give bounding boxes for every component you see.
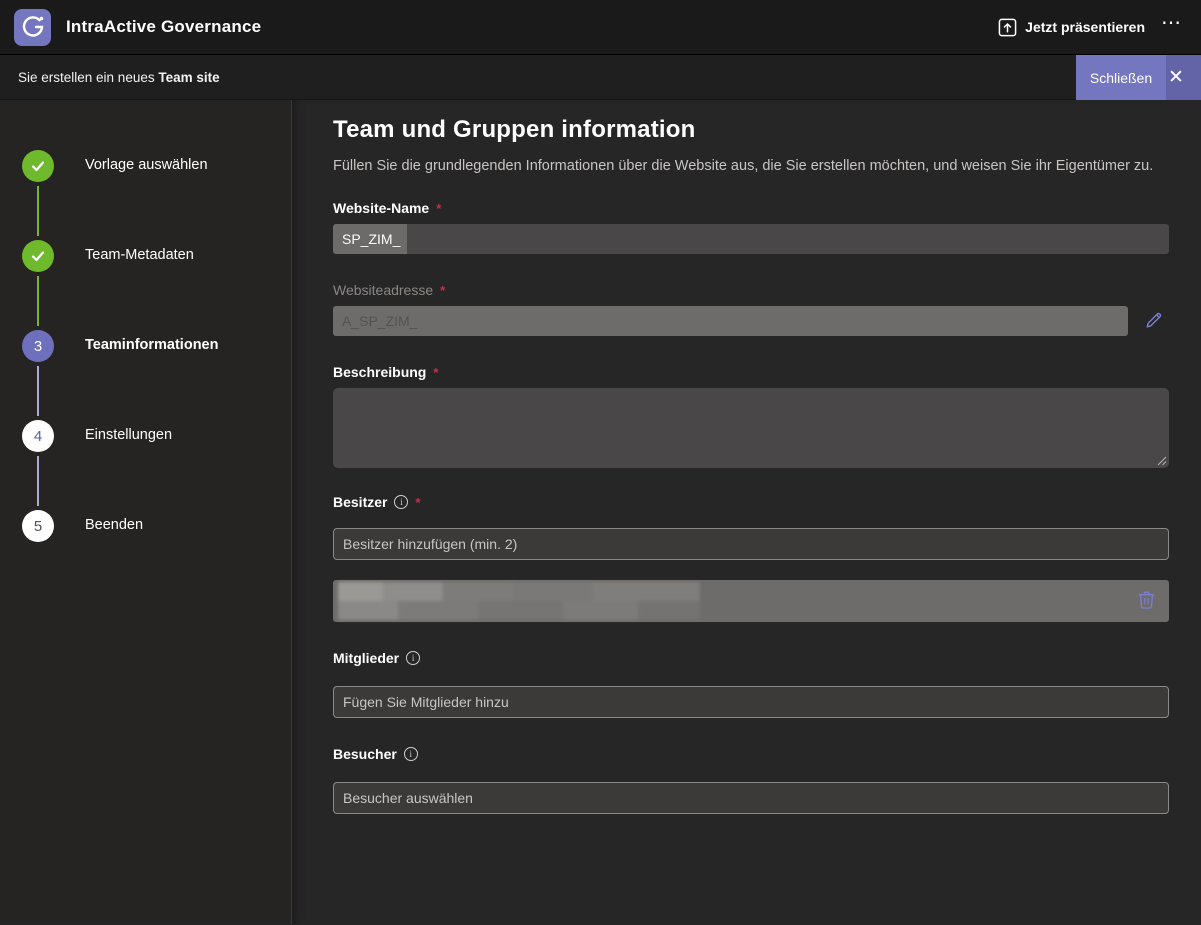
close-x-icon[interactable]: ✕ — [1166, 55, 1201, 100]
description-label: Beschreibung * — [333, 364, 1169, 380]
step2-label: Team-Metadaten — [85, 247, 194, 263]
page-title: Team und Gruppen information — [333, 116, 1169, 144]
app-title: IntraActive Governance — [66, 17, 261, 37]
governance-logo-icon — [20, 14, 46, 40]
step-einstellungen[interactable]: 4 Einstellungen — [0, 420, 291, 510]
description-textarea[interactable] — [333, 388, 1169, 468]
visitors-picker-input[interactable] — [333, 782, 1169, 814]
edit-address-button[interactable] — [1142, 308, 1166, 335]
step2-done-circle — [22, 240, 54, 272]
trash-icon — [1138, 590, 1155, 609]
required-marker: * — [433, 365, 438, 380]
step5-circle: 5 — [22, 510, 54, 542]
check-icon — [30, 248, 46, 264]
banner-site-type: Team site — [158, 70, 219, 85]
website-address-input — [333, 306, 1128, 336]
banner-message-prefix: Sie erstellen ein neues — [18, 70, 158, 85]
wizard-stepper-sidebar: Vorlage auswählen Team-Metadaten 3 Teami… — [0, 100, 292, 924]
present-now-button[interactable]: Jetzt präsentieren — [998, 18, 1145, 37]
step-connector — [37, 276, 39, 326]
form-panel: Team und Gruppen information Füllen Sie … — [292, 100, 1201, 924]
required-marker: * — [436, 201, 441, 216]
required-marker: * — [440, 283, 445, 298]
owners-picker-input[interactable] — [333, 528, 1169, 560]
website-name-label: Website-Name * — [333, 200, 1169, 216]
present-screen-icon — [998, 18, 1017, 37]
website-name-value: SP_ZIM_ — [333, 224, 407, 254]
members-label: Mitglieder i — [333, 650, 1169, 666]
step4-label: Einstellungen — [85, 427, 172, 443]
info-icon[interactable]: i — [406, 651, 420, 665]
step-teaminformationen[interactable]: 3 Teaminformationen — [0, 330, 291, 420]
banner-message: Sie erstellen ein neues Team site — [18, 70, 220, 85]
required-marker: * — [415, 495, 420, 510]
remove-owner-button[interactable] — [1136, 588, 1157, 614]
website-address-label: Websiteadresse * — [333, 282, 1169, 298]
resize-handle-icon[interactable] — [1156, 455, 1167, 466]
creation-banner: Sie erstellen ein neues Team site Schlie… — [0, 55, 1201, 100]
info-icon[interactable]: i — [404, 747, 418, 761]
present-now-label: Jetzt präsentieren — [1025, 19, 1145, 35]
step1-done-circle — [22, 150, 54, 182]
step3-label: Teaminformationen — [85, 337, 218, 353]
step-connector — [37, 186, 39, 236]
more-options-icon[interactable]: ⋯ — [1159, 18, 1187, 36]
step3-current-circle: 3 — [22, 330, 54, 362]
step4-circle: 4 — [22, 420, 54, 452]
check-icon — [30, 158, 46, 174]
website-name-input[interactable]: SP_ZIM_ — [333, 224, 1169, 254]
selected-owner-row — [333, 580, 1169, 622]
close-button[interactable]: Schließen — [1076, 55, 1166, 100]
owner-name-redacted — [338, 582, 700, 620]
pencil-icon — [1144, 310, 1164, 330]
step-vorlage-auswaehlen[interactable]: Vorlage auswählen — [0, 150, 291, 240]
step1-label: Vorlage auswählen — [85, 157, 208, 173]
visitors-label: Besucher i — [333, 746, 1169, 762]
step5-label: Beenden — [85, 517, 143, 533]
page-description: Füllen Sie die grundlegenden Information… — [333, 158, 1169, 174]
step-connector — [37, 456, 39, 506]
owners-label: Besitzer i * — [333, 494, 1169, 510]
step-connector — [37, 366, 39, 416]
info-icon[interactable]: i — [394, 495, 408, 509]
members-picker-input[interactable] — [333, 686, 1169, 718]
step-beenden[interactable]: 5 Beenden — [0, 510, 291, 600]
app-logo — [14, 9, 51, 46]
app-top-bar: IntraActive Governance Jetzt präsentiere… — [0, 0, 1201, 55]
step-team-metadaten[interactable]: Team-Metadaten — [0, 240, 291, 330]
